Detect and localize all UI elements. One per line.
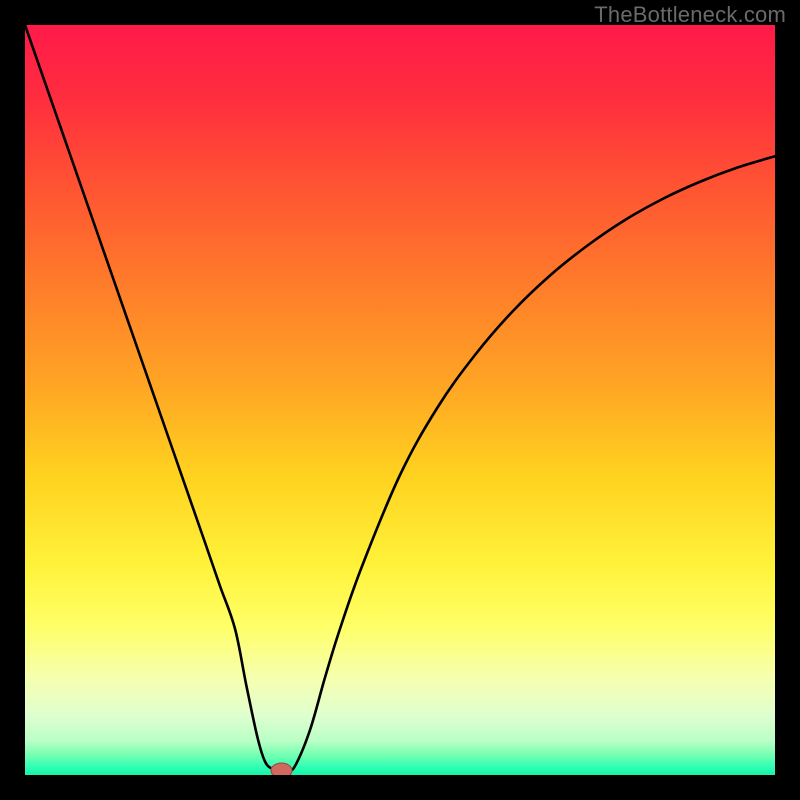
chart-svg xyxy=(25,25,775,775)
gradient-background xyxy=(25,25,775,775)
optimal-point-marker xyxy=(271,763,292,775)
plot-area xyxy=(25,25,775,775)
chart-frame: TheBottleneck.com xyxy=(0,0,800,800)
